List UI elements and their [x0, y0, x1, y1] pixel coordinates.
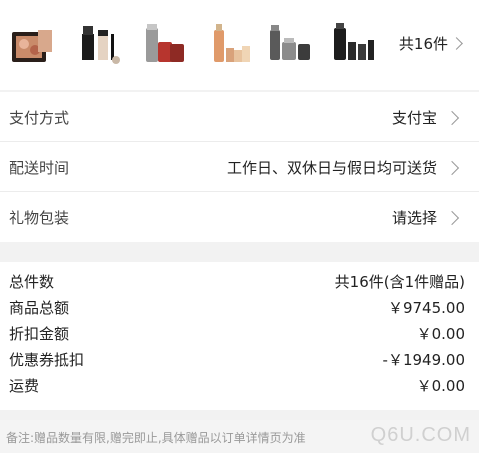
skincare-set-icon	[270, 25, 310, 60]
product-thumbnails-row[interactable]: 共16件	[0, 0, 479, 90]
chevron-right-icon	[444, 160, 460, 175]
coupon-value: -￥1949.00	[382, 351, 465, 369]
gift-wrap-value: 请选择	[391, 209, 437, 227]
chevron-right-icon	[444, 110, 460, 125]
order-summary: 总件数 共16件(含1件赠品) 商品总额 ￥9745.00 折扣金额 ￥0.00…	[0, 262, 479, 410]
discount-value: ￥0.00	[416, 325, 465, 343]
total-items-label: 共16件	[398, 35, 448, 53]
goods-total-label: 商品总额	[9, 299, 70, 317]
chevron-right-icon	[450, 37, 463, 50]
shipping-value: ￥0.00	[416, 377, 465, 395]
dark-serum-set-icon	[334, 23, 374, 60]
coupon-label: 优惠券抵扣	[9, 351, 85, 369]
delivery-time-row[interactable]: 配送时间 工作日、双休日与假日均可送货	[0, 142, 479, 192]
payment-method-row[interactable]: 支付方式 支付宝	[0, 92, 479, 142]
perfume-set-icon	[214, 24, 250, 62]
watermark: Q6U.COM	[370, 424, 471, 446]
total-items-link[interactable]: 共16件	[398, 33, 463, 54]
summary-row-shipping: 运费 ￥0.00	[0, 375, 479, 399]
section-separator	[0, 410, 479, 420]
delivery-time-label: 配送时间	[9, 159, 70, 177]
note-text: 备注:赠品数量有限,赠完即止,具体赠品以订单详情页为准	[6, 431, 306, 445]
payment-method-label: 支付方式	[9, 109, 70, 127]
summary-row-coupon: 优惠券抵扣 -￥1949.00	[0, 349, 479, 373]
goods-total-value: ￥9745.00	[387, 299, 465, 317]
summary-row-discount: 折扣金额 ￥0.00	[0, 323, 479, 347]
summary-row-items: 总件数 共16件(含1件赠品)	[0, 271, 479, 295]
order-note: 备注:赠品数量有限,赠完即止,具体赠品以订单详情页为准 Q6U.COM	[0, 420, 479, 453]
section-separator	[0, 242, 479, 262]
summary-row-goods-total: 商品总额 ￥9745.00	[0, 297, 479, 321]
items-count-label: 总件数	[9, 273, 55, 291]
gift-wrap-label: 礼物包装	[9, 209, 70, 227]
chevron-right-icon	[444, 210, 460, 225]
delivery-time-value: 工作日、双休日与假日均可送货	[226, 159, 437, 177]
foundation-brushes-icon	[82, 26, 120, 64]
serum-bottles-icon	[146, 24, 184, 62]
payment-method-value: 支付宝	[391, 109, 437, 127]
shipping-label: 运费	[9, 377, 40, 395]
items-count-value: 共16件(含1件赠品)	[334, 273, 465, 291]
gift-wrap-row[interactable]: 礼物包装 请选择	[0, 192, 479, 242]
discount-label: 折扣金额	[9, 325, 70, 343]
makeup-palette-icon	[12, 30, 52, 62]
